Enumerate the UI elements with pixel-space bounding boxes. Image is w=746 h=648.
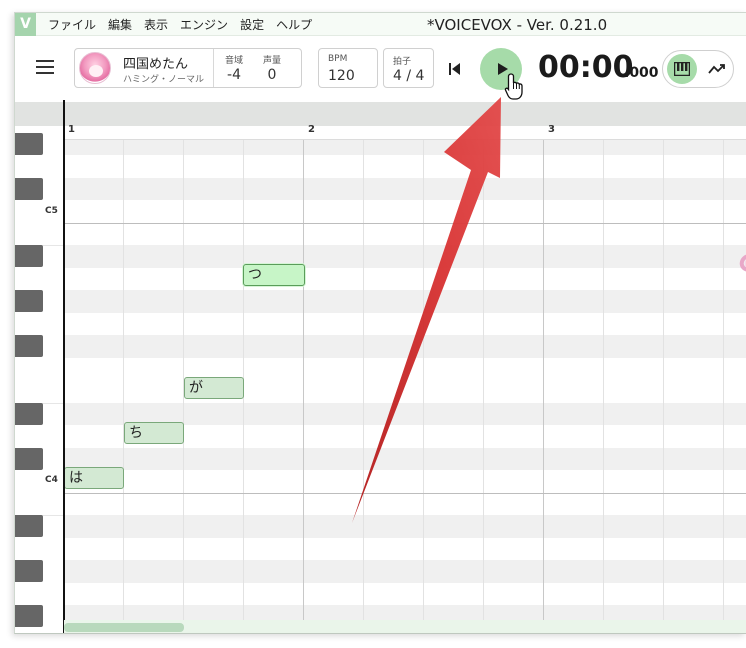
singer-avatar	[79, 52, 111, 84]
menu-file[interactable]: ファイル	[48, 16, 96, 33]
grid-row	[64, 268, 746, 291]
grid-row	[64, 290, 746, 313]
note-ha[interactable]: は	[64, 467, 124, 489]
key-shift-control[interactable]: 音域 -4	[219, 53, 249, 83]
octave-line	[64, 492, 746, 494]
sequencer-header	[15, 102, 746, 126]
black-key[interactable]	[15, 560, 43, 582]
app-logo: V	[15, 13, 36, 36]
note-grid[interactable]: は ち が つ	[64, 140, 746, 620]
timeline-ruler[interactable]	[64, 126, 746, 140]
beat-line	[723, 140, 724, 620]
character-decoration	[739, 254, 746, 272]
grid-row	[64, 245, 746, 268]
volume-control[interactable]: 声量 0	[257, 53, 287, 83]
grid-row	[64, 493, 746, 516]
grid-row	[64, 605, 746, 620]
grid-row	[64, 335, 746, 358]
grid-row	[64, 380, 746, 403]
menu-bar: V ファイル 編集 表示 エンジン 設定 ヘルプ *VOICEVOX - Ver…	[15, 13, 746, 36]
bar-number-2: 2	[308, 124, 315, 135]
volume-value: 0	[267, 67, 277, 83]
beat-line	[483, 140, 484, 620]
black-key[interactable]	[15, 177, 43, 200]
grid-row	[64, 358, 746, 381]
black-key[interactable]	[15, 447, 43, 470]
beat-line	[123, 140, 124, 620]
key-shift-value: -4	[227, 67, 241, 83]
menu-settings[interactable]: 設定	[240, 16, 264, 33]
octave-line	[64, 222, 746, 224]
grid-row	[64, 470, 746, 493]
singer-name: 四国めたん	[123, 57, 189, 72]
note-ga[interactable]: が	[184, 377, 244, 399]
hamburger-icon[interactable]	[36, 60, 54, 74]
key-label-c4: C4	[45, 475, 58, 485]
beat-line	[663, 140, 664, 620]
pitch-mode-button[interactable]	[702, 54, 732, 84]
playhead[interactable]	[63, 100, 65, 633]
black-key[interactable]	[15, 335, 43, 357]
grid-row	[64, 223, 746, 246]
note-tsu[interactable]: つ	[243, 264, 305, 286]
black-key[interactable]	[15, 515, 43, 537]
grid-row	[64, 155, 746, 178]
bpm-input[interactable]: BPM 120	[318, 48, 378, 88]
bar-number-1: 1	[68, 124, 75, 135]
bar-line	[303, 140, 304, 620]
trending-curve-icon	[708, 64, 725, 74]
black-key[interactable]	[15, 245, 43, 267]
grid-row	[64, 515, 746, 538]
menu-edit[interactable]: 編集	[108, 16, 132, 33]
beat-line	[363, 140, 364, 620]
bar-number-3: 3	[548, 124, 555, 135]
volume-label: 声量	[262, 56, 281, 66]
bpm-value: 120	[328, 68, 355, 84]
black-key[interactable]	[15, 132, 43, 155]
grid-row	[64, 177, 746, 200]
beat-line	[603, 140, 604, 620]
grid-row	[64, 583, 746, 606]
piano-icon	[674, 62, 690, 76]
time-signature-label: 拍子	[393, 57, 412, 67]
edit-mode-toggle	[662, 50, 734, 88]
note-chi[interactable]: ち	[124, 422, 184, 444]
key-shift-label: 音域	[224, 56, 243, 66]
toolbar: 四国めたん ハミング・ノーマル 音域 -4 声量 0 BPM 120 拍子 4 …	[15, 36, 746, 102]
skip-previous-icon[interactable]	[448, 62, 462, 76]
grid-row	[64, 140, 746, 155]
menu-engine[interactable]: エンジン	[180, 16, 228, 33]
grid-row	[64, 447, 746, 470]
play-button[interactable]	[480, 48, 522, 90]
menu-help[interactable]: ヘルプ	[276, 16, 312, 33]
menu-view[interactable]: 表示	[144, 16, 168, 33]
bpm-label: BPM	[328, 54, 348, 64]
playback-time: 00:00	[538, 50, 634, 85]
black-key[interactable]	[15, 402, 43, 425]
beat-line	[423, 140, 424, 620]
grid-row	[64, 313, 746, 336]
key-label-c5: C5	[45, 206, 58, 216]
grid-row	[64, 560, 746, 583]
grid-row	[64, 538, 746, 561]
time-signature-value: 4 / 4	[393, 68, 425, 84]
piano-keyboard[interactable]: C5 C4	[15, 132, 64, 627]
time-signature-input[interactable]: 拍子 4 / 4	[383, 48, 434, 88]
scrollbar-thumb[interactable]	[64, 623, 184, 632]
playback-time-ms: .000	[624, 65, 659, 81]
window-title: *VOICEVOX - Ver. 0.21.0	[427, 16, 608, 34]
divider	[213, 49, 214, 87]
singer-selector[interactable]: 四国めたん ハミング・ノーマル 音域 -4 声量 0	[74, 48, 302, 88]
grid-row	[64, 200, 746, 223]
voicevox-window: V ファイル 編集 表示 エンジン 設定 ヘルプ *VOICEVOX - Ver…	[14, 12, 746, 634]
black-key[interactable]	[15, 290, 43, 312]
piano-mode-button[interactable]	[667, 54, 697, 84]
play-icon	[497, 63, 508, 75]
bar-line	[543, 140, 544, 620]
horizontal-scrollbar[interactable]	[64, 620, 746, 633]
black-key[interactable]	[15, 605, 43, 627]
singer-style: ハミング・ノーマル	[123, 75, 205, 85]
